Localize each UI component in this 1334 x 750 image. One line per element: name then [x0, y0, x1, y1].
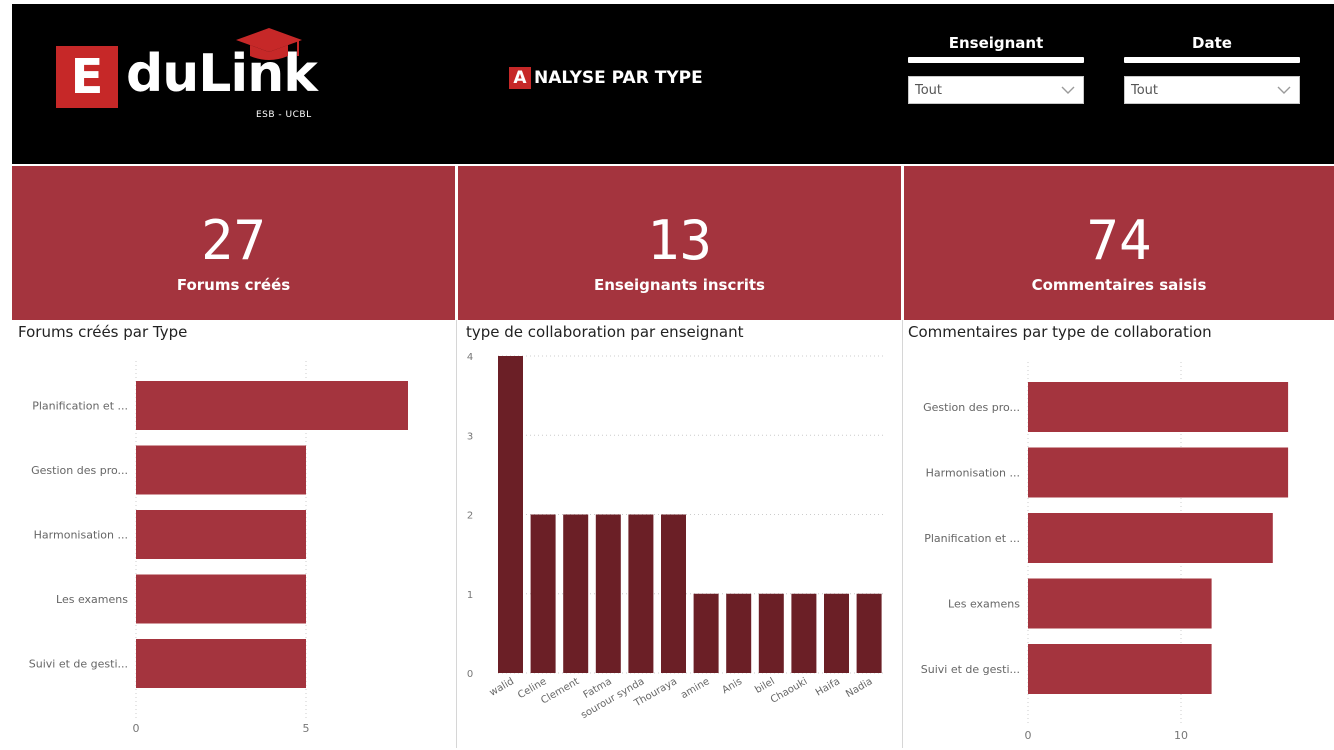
commentaires-par-type-chart: 0 10 Gestion des pro... Harmonisation ... Pl…	[921, 362, 1289, 742]
chart3-category-label: Suivi et de gesti...	[921, 663, 1020, 676]
chart3-bar	[1028, 447, 1289, 498]
chart3-category-label: Gestion des pro...	[923, 401, 1020, 414]
chart3-bar	[1028, 513, 1273, 563]
chart3-bar	[1028, 644, 1212, 694]
chart3-x-tick-label: 10	[1174, 729, 1188, 742]
chart3-category-label: Harmonisation ...	[926, 467, 1020, 480]
chart3-category-label: Les examens	[948, 598, 1020, 611]
chart3-bar	[1028, 382, 1289, 432]
chart3-category-label: Planification et ...	[924, 532, 1020, 545]
chart3-x-tick-label: 0	[1025, 729, 1032, 742]
chart3-bar	[1028, 578, 1212, 629]
